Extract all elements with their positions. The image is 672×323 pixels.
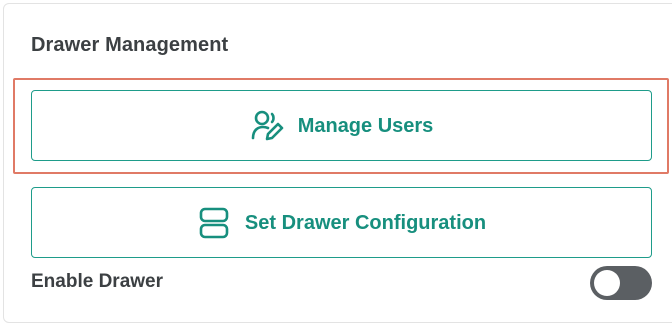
set-drawer-configuration-label: Set Drawer Configuration: [244, 211, 487, 234]
manage-users-label: Manage Users: [297, 114, 434, 137]
enable-drawer-toggle[interactable]: [590, 266, 652, 300]
manage-users-button-content: Manage Users: [250, 109, 434, 143]
enable-drawer-label: Enable Drawer: [31, 271, 163, 292]
user-edit-icon: [250, 109, 284, 143]
set-drawer-configuration-button-content: Set Drawer Configuration: [197, 206, 486, 240]
toggle-knob: [594, 270, 620, 296]
manage-users-button[interactable]: Manage Users: [31, 90, 652, 161]
drawer-stack-icon: [197, 206, 231, 240]
panel-title: Drawer Management: [31, 34, 229, 56]
set-drawer-configuration-button[interactable]: Set Drawer Configuration: [31, 187, 652, 258]
